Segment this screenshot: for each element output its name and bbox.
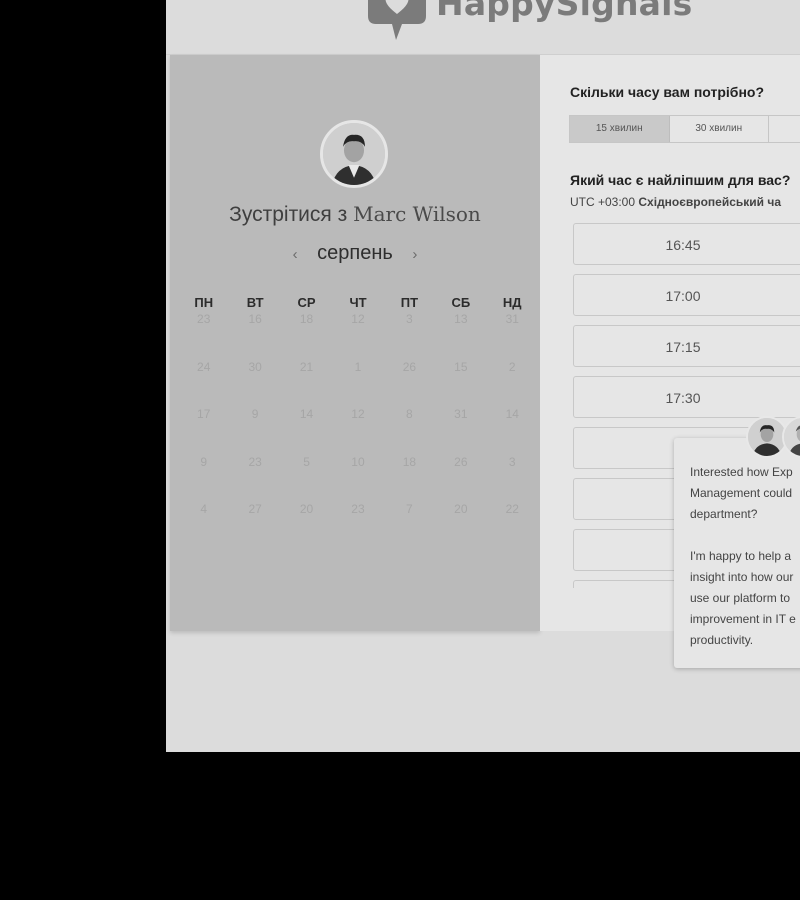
calendar-day: 18 <box>299 312 314 326</box>
time-slot[interactable]: 16:45 <box>573 223 800 265</box>
calendar-day: 27 <box>248 502 262 516</box>
calendar-panel: Зустрітися з Marc Wilson ‹ серпень › ПН … <box>170 55 540 631</box>
calendar-day: 31 <box>454 407 468 421</box>
host-name: Marc Wilson <box>353 202 481 226</box>
weekday-label: НД <box>502 295 522 310</box>
timezone-label[interactable]: UTC +03:00 Східноєвропейський ча <box>570 195 781 209</box>
calendar-day: 3 <box>406 312 413 326</box>
calendar-week: 24 30 21 1 26 15 2 <box>178 358 538 406</box>
meeting-title-prefix: Зустрітися з <box>229 203 348 226</box>
timezone-offset: UTC +03:00 <box>570 195 636 209</box>
calendar-day: 10 <box>351 454 365 469</box>
calendar-week: 9 23 5 10 18 26 3 <box>178 453 538 501</box>
timezone-name: Східноєвропейський ча <box>638 195 782 209</box>
host-avatar <box>320 120 388 188</box>
calendar-day: 15 <box>454 359 468 374</box>
duration-selector: 15 хвилин 30 хвилин <box>569 115 800 143</box>
chat-agent-avatar <box>782 416 800 458</box>
calendar-week: 17 9 14 12 8 31 14 <box>178 405 538 453</box>
brand-logo[interactable]: HappySignals <box>362 0 692 44</box>
weekday-label: СР <box>297 295 316 310</box>
calendar-day: 23 <box>197 312 211 326</box>
weekday-label: СБ <box>451 295 471 310</box>
chat-agent-avatars[interactable] <box>746 416 800 458</box>
weekday-label: ВТ <box>246 295 264 310</box>
speech-bubble-heart-icon <box>368 0 426 40</box>
calendar-day: 5 <box>303 454 310 469</box>
meeting-title: Зустрітися з Marc Wilson <box>170 202 540 227</box>
calendar-day: 16 <box>248 312 262 326</box>
prev-month-chevron-icon[interactable]: ‹ <box>279 246 312 263</box>
calendar-week: 23 16 18 12 3 13 31 <box>178 310 538 358</box>
booking-page: HappySignals Зустрітися з Marc Wilson ‹ … <box>166 0 800 752</box>
calendar-day: 23 <box>248 454 262 469</box>
weekday-header: ПН ВТ СР ЧТ ПТ СБ НД <box>178 295 538 310</box>
month-label: серпень <box>317 242 393 264</box>
time-slot[interactable]: 17:00 <box>573 274 800 316</box>
calendar-day: 14 <box>505 407 519 421</box>
weekday-label: ПТ <box>400 295 419 310</box>
time-question: Який час є найліпшим для вас? <box>570 172 791 188</box>
calendar-day: 17 <box>197 407 211 421</box>
weekday-label: ЧТ <box>349 295 367 310</box>
calendar-day: 13 <box>454 312 468 326</box>
time-slot[interactable]: 17:30 <box>573 376 800 418</box>
chat-message-popup[interactable]: Interested how Exp Management could depa… <box>674 438 800 668</box>
calendar-day: 9 <box>251 407 259 421</box>
calendar-day: 8 <box>406 407 413 421</box>
calendar-day: 24 <box>197 359 211 374</box>
brand-name: HappySignals <box>436 0 693 23</box>
calendar-day: 31 <box>505 312 519 326</box>
calendar-day: 12 <box>351 312 365 326</box>
duration-option-30[interactable]: 30 хвилин <box>670 116 769 142</box>
calendar-day: 26 <box>454 454 468 469</box>
time-slot[interactable]: 17:15 <box>573 325 800 367</box>
calendar-day: 14 <box>299 407 314 421</box>
duration-option-more[interactable] <box>769 116 800 142</box>
calendar-day: 2 <box>508 359 516 374</box>
calendar-day: 30 <box>248 359 262 374</box>
duration-question: Скільки часу вам потрібно? <box>570 84 765 100</box>
calendar-day: 12 <box>351 407 365 421</box>
person-avatar-icon <box>748 418 786 456</box>
calendar-day: 20 <box>454 502 468 516</box>
calendar-day: 3 <box>508 454 516 469</box>
duration-option-15[interactable]: 15 хвилин <box>570 116 670 142</box>
person-avatar-icon <box>323 123 385 185</box>
calendar-day: 1 <box>354 359 362 374</box>
calendar-grid: ПН ВТ СР ЧТ ПТ СБ НД 23 16 18 12 3 13 31… <box>178 295 538 548</box>
calendar-day: 20 <box>299 502 314 516</box>
weekday-label: ПН <box>194 295 214 310</box>
month-navigation: ‹ серпень › <box>170 242 540 265</box>
person-avatar-icon <box>784 418 800 456</box>
calendar-day: 7 <box>406 502 413 516</box>
next-month-chevron-icon[interactable]: › <box>398 246 431 263</box>
calendar-day: 4 <box>200 502 208 516</box>
calendar-day: 18 <box>402 454 417 469</box>
chat-message-text: Interested how Exp Management could depa… <box>690 465 796 647</box>
calendar-day: 26 <box>402 359 417 374</box>
calendar-day: 23 <box>351 502 365 516</box>
calendar-day: 9 <box>200 454 208 469</box>
calendar-week: 4 27 20 23 7 20 22 <box>178 500 538 548</box>
calendar-day: 21 <box>299 359 314 374</box>
calendar-day: 22 <box>505 502 519 516</box>
